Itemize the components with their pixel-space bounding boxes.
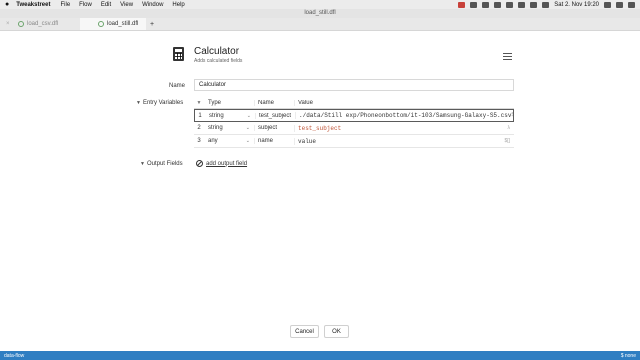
collapse-chevron-icon[interactable]: ▼ <box>194 100 204 106</box>
status-left: data-flow <box>4 352 25 359</box>
dropbox-icon[interactable] <box>470 1 478 8</box>
flow-file-icon <box>18 21 24 27</box>
add-circle-icon <box>196 160 203 167</box>
output-fields-toggle[interactable]: ▼ Output Fields <box>140 161 183 167</box>
entry-variables-toggle[interactable]: ▼ Entry Variables <box>136 100 183 106</box>
tab-label: load_still.dfl <box>107 21 139 27</box>
expression-mode-icon[interactable]: $[] <box>511 112 513 119</box>
chevron-down-icon: ⌄ <box>245 125 250 131</box>
volume-icon[interactable] <box>518 1 526 8</box>
apple-menu-icon[interactable]: ● <box>5 1 9 8</box>
notification-center-icon[interactable] <box>628 1 635 8</box>
flag-icon[interactable] <box>542 1 550 8</box>
menu-help[interactable]: Help <box>172 2 184 8</box>
dialog-header: Calculator Adds calculated fields <box>173 46 242 64</box>
search-icon[interactable] <box>604 1 611 8</box>
name-input[interactable]: Calculator <box>194 79 514 91</box>
tab-load-csv[interactable]: × load_csv.dfl <box>0 18 80 30</box>
variable-value: value <box>298 137 317 145</box>
column-header-type: Type <box>208 99 222 106</box>
add-output-field-label: add output field <box>206 160 248 167</box>
type-select[interactable]: any ⌄ <box>204 138 254 144</box>
chevron-down-icon: ▼ <box>140 161 145 167</box>
variable-name-field[interactable]: test_subject <box>255 112 295 119</box>
table-row[interactable]: 2 string ⌄ subject test_subject λ <box>194 122 514 135</box>
type-select[interactable]: string ⌄ <box>205 113 255 119</box>
status-right: $ none <box>620 352 636 359</box>
menu-file[interactable]: File <box>60 2 70 8</box>
lambda-icon[interactable]: λ <box>508 125 511 132</box>
entry-variables-label: Entry Variables <box>142 100 184 106</box>
variable-value: test_subject <box>298 124 342 132</box>
type-value: string <box>209 112 224 119</box>
add-tab-button[interactable]: + <box>150 18 154 30</box>
calculator-dialog: Calculator Adds calculated fields Name C… <box>0 31 640 351</box>
variable-name-field[interactable]: name <box>254 138 294 144</box>
menu-flow[interactable]: Flow <box>79 2 92 8</box>
wifi-icon[interactable] <box>506 1 514 8</box>
menu-window[interactable]: Window <box>142 2 163 8</box>
chevron-down-icon: ⌄ <box>245 138 250 144</box>
chevron-down-icon: ⌄ <box>246 112 251 119</box>
type-value: string <box>208 125 223 131</box>
variable-value-field[interactable]: ./data/Still exp/Phoneonbottom/it-103/Sa… <box>295 112 513 119</box>
ok-button[interactable]: OK <box>324 325 349 338</box>
flow-file-icon <box>98 21 104 27</box>
menubar: ● Tweakstreet File Flow Edit View Window… <box>0 0 640 9</box>
variable-value-field[interactable]: value $[] <box>294 137 514 145</box>
row-number: 3 <box>197 138 201 144</box>
chevron-down-icon: ▼ <box>136 100 141 106</box>
table-row[interactable]: 1 string ⌄ test_subject ./data/Still exp… <box>194 109 514 122</box>
clock[interactable]: Sat 2. Nov 19:20 <box>554 2 599 8</box>
column-header-value: Value <box>294 99 514 106</box>
row-number: 2 <box>197 125 201 131</box>
add-output-field-link[interactable]: add output field <box>196 160 247 167</box>
app-menu[interactable]: Tweakstreet <box>16 2 50 8</box>
dialog-subtitle: Adds calculated fields <box>194 58 243 64</box>
entry-variables-table: ▼ Type Name Value 1 string ⌄ test_subjec… <box>194 97 514 148</box>
cloud-icon[interactable] <box>482 1 490 8</box>
close-tab-icon[interactable]: × <box>6 21 10 27</box>
variable-value-field[interactable]: test_subject λ <box>294 124 514 132</box>
name-label: Name <box>168 83 185 89</box>
output-fields-label: Output Fields <box>146 161 183 167</box>
window-title: load_still.dfl <box>0 9 640 18</box>
menu-icon[interactable] <box>503 53 512 60</box>
record-icon[interactable] <box>458 1 466 8</box>
siri-icon[interactable] <box>616 1 623 8</box>
status-bar: data-flow $ none <box>0 351 640 360</box>
expression-mode-icon[interactable]: $[] <box>504 138 510 145</box>
tab-bar: × load_csv.dfl load_still.dfl + <box>0 18 640 31</box>
battery-icon[interactable] <box>530 1 538 8</box>
column-header-name: Name <box>254 99 294 106</box>
table-header: ▼ Type Name Value <box>194 97 514 109</box>
airplay-icon[interactable] <box>494 1 502 8</box>
menu-view[interactable]: View <box>120 2 133 8</box>
tab-load-still[interactable]: load_still.dfl <box>80 18 146 30</box>
type-select[interactable]: string ⌄ <box>204 125 254 131</box>
cancel-button[interactable]: Cancel <box>290 325 319 338</box>
status-icons: Sat 2. Nov 19:20 <box>458 1 635 8</box>
dialog-title: Calculator <box>194 46 240 57</box>
menu-edit[interactable]: Edit <box>101 2 111 8</box>
type-value: any <box>208 138 218 144</box>
row-number: 1 <box>198 112 202 119</box>
variable-value: ./data/Still exp/Phoneonbottom/it-103/Sa… <box>299 112 512 119</box>
tab-label: load_csv.dfl <box>27 21 59 27</box>
variable-name-field[interactable]: subject <box>254 125 294 131</box>
calculator-icon <box>173 47 184 61</box>
table-row[interactable]: 3 any ⌄ name value $[] <box>194 135 514 148</box>
